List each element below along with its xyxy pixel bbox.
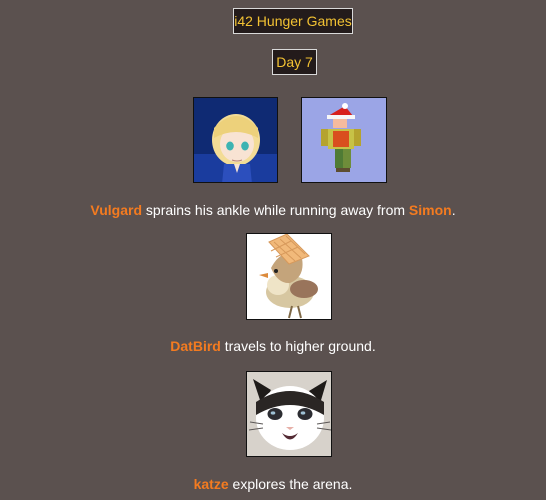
target-name: Simon [408,202,452,218]
avatar-simon [301,97,387,183]
event-action: travels to higher ground. [220,338,376,354]
avatar-katze [246,371,332,457]
actor-name: DatBird [170,338,221,354]
avatar-vulgard [193,97,278,183]
actor-name: katze [193,476,229,492]
event-action: sprains his ankle while running away fro… [142,202,409,218]
event-text-1: Vulgard sprains his ankle while running … [0,202,546,218]
page-title: i42 Hunger Games [233,8,353,34]
event-end: . [451,202,456,218]
event-text-3: katze explores the arena. [0,476,546,492]
day-label: Day 7 [272,49,317,75]
event-action: explores the arena. [228,476,353,492]
actor-name: Vulgard [90,202,143,218]
event-text-2: DatBird travels to higher ground. [0,338,546,354]
avatar-datbird [246,233,332,320]
